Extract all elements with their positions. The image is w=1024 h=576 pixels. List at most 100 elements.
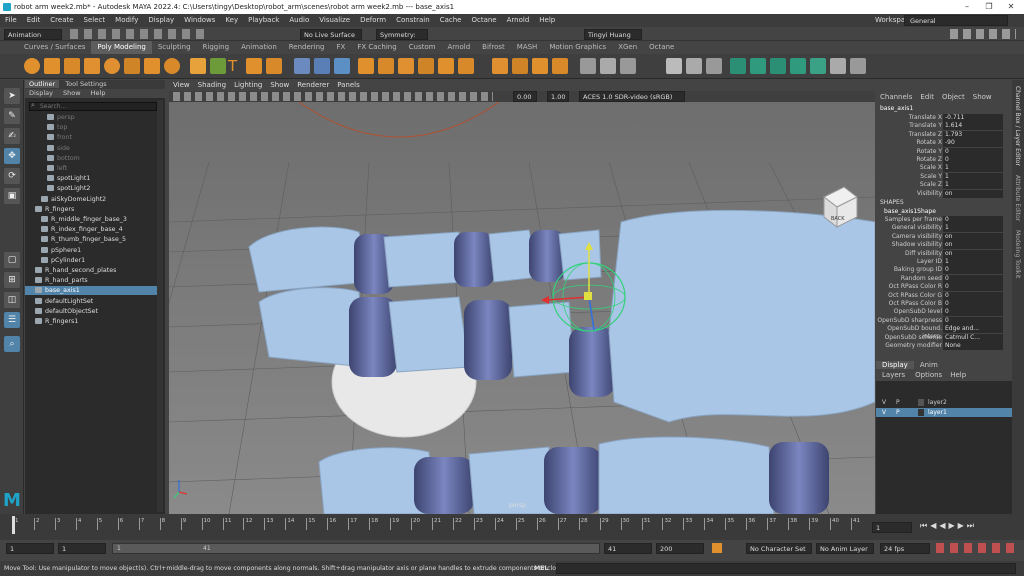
move-tool-icon[interactable]: ✥ [4, 148, 20, 164]
menu-constrain[interactable]: Constrain [391, 14, 435, 27]
shelf-tab-mash[interactable]: MASH [511, 41, 544, 54]
current-time-field[interactable]: 1 [872, 522, 912, 533]
channel-value[interactable]: -0.711 [943, 114, 1003, 122]
outliner-item[interactable]: defaultLightSet [25, 297, 157, 306]
menu-visualize[interactable]: Visualize [314, 14, 355, 27]
layer-visible-toggle[interactable]: V [882, 408, 886, 417]
channel-row[interactable]: Diff visibility on [876, 249, 1012, 258]
panel-tool-icons[interactable] [173, 92, 493, 101]
uv-editor-icon[interactable] [580, 58, 596, 74]
vp-menu-renderer[interactable]: Renderer [293, 81, 333, 89]
channel-row[interactable]: Scale Z1 [876, 181, 1012, 190]
shelf-tab-motion[interactable]: Motion Graphics [543, 41, 612, 54]
channel-value[interactable]: 0 [943, 274, 1003, 283]
outliner-item[interactable]: spotLight1 [25, 174, 157, 183]
outliner-item[interactable]: R_hand_second_plates [25, 266, 157, 275]
cb-menu-channels[interactable]: Channels [876, 93, 916, 101]
outliner-item[interactable]: pCylinder1 [25, 256, 157, 265]
channel-value[interactable]: 1 [943, 181, 1003, 190]
close-button[interactable]: ✕ [1000, 0, 1022, 14]
cb-menu-edit[interactable]: Edit [916, 93, 938, 101]
channel-value[interactable]: 1 [943, 164, 1003, 173]
outliner-item[interactable]: R_hand_parts [25, 276, 157, 285]
channel-value[interactable]: 0 [943, 291, 1003, 300]
channel-value[interactable]: Edge and... [943, 325, 1003, 334]
command-language[interactable]: MEL [534, 561, 548, 576]
side-tab-attribute-editor[interactable]: Attribute Editor [1014, 175, 1021, 221]
fill-hole-icon[interactable] [438, 58, 454, 74]
channel-value[interactable]: 0 [943, 316, 1003, 325]
outliner-item[interactable]: top [25, 123, 157, 132]
layout-four-icon[interactable]: ⊞ [4, 272, 20, 288]
workspace-dropdown[interactable]: General [904, 15, 1008, 26]
vp-menu-view[interactable]: View [169, 81, 194, 89]
menu-file[interactable]: File [0, 14, 22, 27]
side-tab-channel-box[interactable]: Channel Box / Layer Editor [1014, 86, 1021, 166]
channel-row[interactable]: Visibility on [876, 189, 1012, 198]
poly-cone-icon[interactable] [84, 58, 100, 74]
time-slider[interactable]: 1 2 3 4 5 6 7 8 9 10 11 12 13 14 15 16 17 18 19 20 21 22 23 24 2… [0, 514, 1024, 540]
bevel-icon[interactable] [358, 58, 374, 74]
poly-sphere-icon[interactable] [24, 58, 40, 74]
shelf-tab-animation[interactable]: Animation [235, 41, 283, 54]
channel-value[interactable]: on [943, 189, 1003, 198]
tab-outliner[interactable]: Outliner [25, 80, 60, 88]
outliner-item[interactable]: persp [25, 113, 157, 122]
outliner-item[interactable]: aiSkyDomeLight2 [25, 195, 157, 204]
layer-menu-help[interactable]: Help [946, 371, 970, 379]
cb-menu-object[interactable]: Object [938, 93, 969, 101]
channel-value[interactable]: on [943, 232, 1003, 241]
offset-loop-icon[interactable] [532, 58, 548, 74]
lasso-tool-icon[interactable]: ✎ [4, 108, 20, 124]
layer-playback-toggle[interactable]: P [896, 398, 900, 407]
reduce-icon[interactable] [334, 58, 350, 74]
combine-icon[interactable] [266, 58, 282, 74]
separate-icon[interactable] [294, 58, 310, 74]
outliner-search-input[interactable] [29, 102, 157, 111]
channel-row[interactable]: Rotate Y0 [876, 147, 1012, 156]
layer-row-layer1[interactable]: V P layer1 [876, 408, 1012, 417]
auto-map-icon[interactable] [620, 58, 636, 74]
channel-value[interactable]: 1.793 [943, 130, 1003, 139]
menu-playback[interactable]: Playback [243, 14, 284, 27]
menu-audio[interactable]: Audio [284, 14, 314, 27]
layout-single-icon[interactable]: ▢ [4, 252, 20, 268]
outliner-item[interactable]: side [25, 144, 157, 153]
shelf-tab-poly[interactable]: Poly Modeling [91, 41, 152, 54]
scale-tool-icon[interactable]: ▣ [4, 188, 20, 204]
channel-row[interactable]: Oct RPass Color R0 [876, 283, 1012, 292]
circularize-icon[interactable] [552, 58, 568, 74]
menu-cache[interactable]: Cache [435, 14, 467, 27]
append-icon[interactable] [418, 58, 434, 74]
anim-layer-dropdown[interactable]: No Anim Layer [816, 543, 874, 554]
layout-side-icon[interactable]: ◫ [4, 292, 20, 308]
exposure-field[interactable]: 0.00 [513, 91, 537, 102]
shelf-tab-fxcaching[interactable]: FX Caching [351, 41, 402, 54]
channel-row[interactable]: Scale Y1 [876, 172, 1012, 181]
boolean-icon[interactable] [750, 58, 766, 74]
menu-key[interactable]: Key [220, 14, 243, 27]
layer-menu-options[interactable]: Options [911, 371, 946, 379]
channel-value[interactable]: -90 [943, 139, 1003, 148]
layer-name[interactable]: layer1 [928, 408, 947, 417]
channel-row[interactable]: Translate X -0.711 [876, 114, 1012, 122]
outliner-scrollbar[interactable] [157, 100, 163, 512]
channel-value[interactable]: on [943, 249, 1003, 258]
channel-value[interactable]: 0 [943, 216, 1003, 224]
channel-value[interactable]: 1.614 [943, 122, 1003, 131]
outliner-item[interactable]: R_fingers1 [25, 317, 157, 326]
key-icon[interactable] [712, 543, 722, 553]
settings-icon[interactable] [850, 58, 866, 74]
mirror-icon[interactable] [730, 58, 746, 74]
channel-row[interactable]: Shadow visibility on [876, 241, 1012, 250]
channel-row[interactable]: Samples per frame 0 [876, 216, 1012, 224]
layer-tab-anim[interactable]: Anim [914, 361, 944, 369]
outliner-item[interactable]: defaultObjectSet [25, 307, 157, 316]
channel-row[interactable]: Rotate X -90 [876, 139, 1012, 148]
target-weld-icon[interactable] [492, 58, 508, 74]
channel-row[interactable]: Random seed 0 [876, 274, 1012, 283]
menu-windows[interactable]: Windows [179, 14, 220, 27]
outliner-item[interactable]: bottom [25, 154, 157, 163]
view-cube-label[interactable]: BACK [831, 216, 845, 222]
panel-toggle-icons[interactable] [950, 29, 1016, 39]
